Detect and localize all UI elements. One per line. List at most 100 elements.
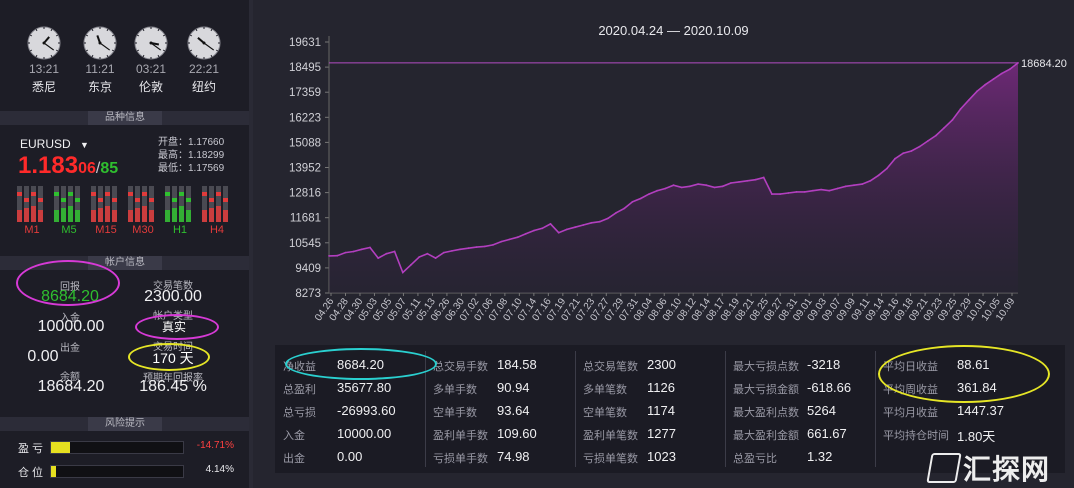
stat-value: 1277: [647, 426, 676, 441]
equity-point: [828, 189, 831, 192]
watermark-text: 汇探网: [963, 454, 1051, 485]
stat-value: 1174: [647, 403, 675, 418]
symbol-selector[interactable]: EURUSD ▼: [20, 137, 89, 151]
clock-face-icon: [187, 26, 221, 60]
y-tick-label: 8273: [295, 288, 321, 300]
net-profit-highlight-ellipse: [285, 348, 437, 380]
symbol-section-bar: 品种信息: [0, 111, 249, 125]
equity-point: [697, 183, 699, 186]
stat-value: 1023: [647, 449, 676, 464]
equity-point: [803, 191, 806, 193]
high-label: 最高：: [158, 150, 188, 161]
stat-value: 1447.37: [957, 403, 1004, 418]
y-tick-label: 17359: [289, 87, 321, 99]
equity-point: [721, 185, 724, 188]
low-row: 最低：1.17569: [158, 162, 224, 175]
timeframe-label[interactable]: M5: [48, 224, 90, 236]
y-tick-label: 10545: [289, 238, 321, 250]
stat-value: 0.00: [337, 449, 363, 464]
equity-point: [631, 200, 634, 203]
equity-point: [582, 224, 585, 226]
bid-price: 1.18306/85: [18, 152, 118, 180]
stat-label: 总交易手数: [433, 361, 488, 373]
equity-point: [680, 186, 683, 189]
pos-label: 仓 位: [18, 467, 44, 479]
price-big: 1.183: [18, 152, 79, 179]
left-panel: 13:21 悉尼 11:21 东京 03:21 伦敦 22:21 纽约 品种信息…: [0, 0, 249, 488]
equity-point: [713, 186, 716, 189]
equity-point: [984, 83, 987, 86]
signal-bars-h1: [165, 186, 195, 222]
equity-point: [533, 229, 535, 232]
clock-0: 13:21 悉尼: [20, 26, 68, 95]
equity-point: [730, 182, 732, 184]
stat-label: 亏损单手数: [433, 453, 488, 465]
stats-divider: [875, 351, 876, 467]
y-tick-label: 19631: [289, 37, 321, 49]
equity-point: [861, 183, 864, 186]
y-tick-label: 18495: [289, 62, 321, 74]
equity-point: [844, 185, 847, 188]
equity-point: [451, 250, 453, 252]
withdraw-value: 0.00: [27, 348, 59, 365]
y-tick-label: 13952: [289, 163, 321, 175]
symbol-section-header: 品种信息: [88, 111, 162, 125]
pl-label: 盈 亏: [18, 443, 44, 455]
equity-point: [771, 193, 773, 196]
low-value: 1.17569: [188, 163, 225, 174]
deposit-value: 10000.00: [37, 318, 105, 335]
equity-point: [918, 145, 921, 148]
equity-point: [623, 207, 626, 210]
low-label: 最低：: [158, 163, 188, 174]
clock-face-icon: [83, 26, 117, 60]
equity-point: [459, 248, 462, 251]
signal-bars-m30: [128, 186, 158, 222]
equity-point: [746, 179, 749, 182]
timeframe-label[interactable]: M1: [11, 224, 53, 236]
right-panel: 2020.04.24 — 2020.10.09 19631 18495 17359 16…: [253, 0, 1074, 488]
stat-value: 184.58: [497, 357, 537, 372]
equity-point: [754, 178, 757, 181]
stat-label: 平均持仓时间: [883, 430, 949, 442]
stat-label: 总交易笔数: [583, 361, 638, 373]
equity-point: [598, 220, 601, 223]
stat-value: 1.32: [807, 449, 833, 464]
stat-value: 5264: [807, 403, 836, 418]
ohl-block: 开盘：1.17660 最高：1.18299 最低：1.17569: [158, 136, 224, 175]
clock-2: 03:21 伦敦: [127, 26, 175, 95]
equity-point: [1017, 62, 1019, 64]
stat-label: 空单手数: [433, 407, 477, 419]
timeframe-label[interactable]: M15: [85, 224, 127, 236]
stat-label: 盈利单手数: [433, 430, 488, 442]
timeframe-label[interactable]: H4: [196, 224, 238, 236]
equity-point: [902, 152, 905, 155]
stat-label: 亏损单笔数: [583, 453, 638, 465]
equity-point: [574, 226, 576, 229]
clock-3: 22:21 纽约: [180, 26, 228, 95]
equity-point: [869, 179, 872, 182]
equity-point: [992, 78, 995, 80]
stat-value: 109.60: [497, 426, 537, 441]
equity-point: [943, 126, 946, 129]
high-row: 最高：1.18299: [158, 149, 224, 162]
equity-point: [566, 228, 568, 231]
equity-point: [656, 189, 658, 192]
stat-label: 空单笔数: [583, 407, 627, 419]
stat-value: 10000.00: [337, 426, 392, 441]
signal-bars-m1: [17, 186, 47, 222]
equity-point: [877, 174, 880, 177]
equity-point: [1000, 72, 1003, 75]
timeframe-label[interactable]: H1: [159, 224, 201, 236]
stats-divider: [575, 351, 576, 467]
equity-point: [369, 246, 371, 249]
equity-point: [467, 247, 470, 250]
clock-time: 13:21: [28, 62, 60, 76]
stat-value: -3218: [807, 357, 841, 372]
timeframe-label[interactable]: M30: [122, 224, 164, 236]
equity-point: [853, 184, 855, 187]
annual-value: 186.45 %: [139, 378, 207, 395]
signal-bars-m5: [54, 186, 84, 222]
clock-time: 11:21: [85, 62, 115, 76]
clock-city: 伦敦: [138, 80, 163, 94]
watermark-logo-icon: [926, 453, 962, 483]
